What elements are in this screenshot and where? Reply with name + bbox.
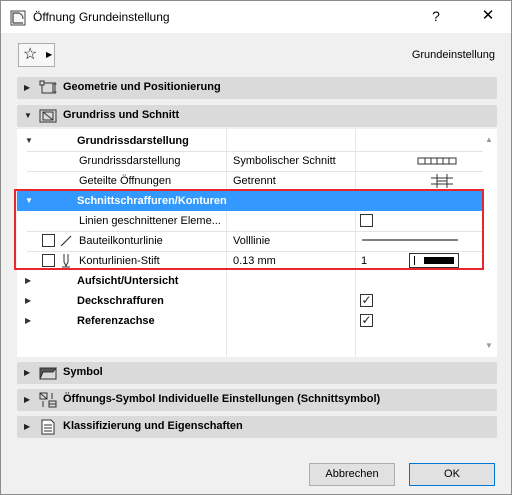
ok-button[interactable]: OK bbox=[409, 463, 495, 486]
cancel-button[interactable]: Abbrechen bbox=[309, 463, 395, 486]
geometry-icon bbox=[39, 80, 57, 94]
group-label: Deckschraffuren bbox=[77, 295, 164, 307]
preset-name: Grundeinstellung bbox=[411, 49, 495, 61]
close-button[interactable]: ✕ bbox=[477, 5, 499, 27]
symbol-icon bbox=[39, 367, 57, 380]
favorites-button[interactable]: ☆ ▶ bbox=[18, 43, 55, 67]
classification-icon bbox=[41, 419, 55, 435]
panel-symbol[interactable]: ▶ Symbol bbox=[17, 362, 497, 384]
scroll-up-icon[interactable]: ▲ bbox=[485, 135, 493, 144]
help-button[interactable]: ? bbox=[425, 5, 447, 27]
group-cover-fills[interactable]: ▶ Deckschraffuren ✓ bbox=[17, 291, 483, 311]
collapse-arrow-icon: ▶ bbox=[25, 316, 32, 325]
opening-symbol-icon bbox=[39, 392, 57, 408]
panel-opening-symbol[interactable]: ▶ Öffnungs-Symbol Individuelle Einstellu… bbox=[17, 389, 497, 411]
collapse-arrow-icon: ▶ bbox=[24, 395, 31, 404]
panel-label: Geometrie und Positionierung bbox=[63, 81, 221, 93]
reference-axis-checkbox[interactable]: ✓ bbox=[360, 314, 373, 327]
row-label: Grundrissdarstellung bbox=[79, 155, 181, 167]
collapse-arrow-icon: ▶ bbox=[24, 422, 31, 431]
group-label: Aufsicht/Untersicht bbox=[77, 275, 179, 287]
cover-fills-checkbox[interactable]: ✓ bbox=[360, 294, 373, 307]
row-label: Geteilte Öffnungen bbox=[79, 175, 172, 187]
row-split-openings[interactable]: Geteilte Öffnungen Getrennt bbox=[17, 171, 483, 191]
floorplan-icon bbox=[39, 109, 57, 123]
panel-label: Klassifizierung und Eigenschaften bbox=[63, 420, 243, 432]
symbolic-cut-preview-icon bbox=[417, 157, 457, 165]
group-floorplan-display[interactable]: ▼ Grundrissdarstellung bbox=[17, 131, 483, 151]
panel-floorplan[interactable]: ▼ Grundriss und Schnitt bbox=[17, 105, 497, 127]
expand-arrow-icon: ▼ bbox=[25, 136, 33, 145]
collapse-arrow-icon: ▶ bbox=[24, 83, 31, 92]
arrow-right-icon: ▶ bbox=[46, 50, 53, 59]
row-value[interactable]: Getrennt bbox=[233, 175, 276, 187]
star-icon: ☆ bbox=[23, 46, 38, 63]
expand-arrow-icon: ▼ bbox=[24, 111, 32, 120]
panel-label: Symbol bbox=[63, 366, 103, 378]
group-reference-axis[interactable]: ▶ Referenzachse ✓ bbox=[17, 311, 483, 331]
group-label: Grundrissdarstellung bbox=[77, 135, 189, 147]
panel-classification[interactable]: ▶ Klassifizierung und Eigenschaften bbox=[17, 416, 497, 438]
title-bar: Öffnung Grundeinstellung ? ✕ bbox=[1, 1, 511, 33]
group-label: Referenzachse bbox=[77, 315, 155, 327]
panel-geometry[interactable]: ▶ Geometrie und Positionierung bbox=[17, 77, 497, 99]
panel-label: Öffnungs-Symbol Individuelle Einstellung… bbox=[63, 393, 381, 405]
window-title: Öffnung Grundeinstellung bbox=[33, 10, 170, 24]
row-value[interactable]: Symbolischer Schnitt bbox=[233, 155, 336, 167]
collapse-arrow-icon: ▶ bbox=[25, 276, 32, 285]
group-top-bottom-view[interactable]: ▶ Aufsicht/Untersicht bbox=[17, 271, 483, 291]
row-floorplan-display[interactable]: Grundrissdarstellung Symbolischer Schnit… bbox=[17, 151, 483, 171]
collapse-arrow-icon: ▶ bbox=[24, 368, 31, 377]
collapse-arrow-icon: ▶ bbox=[25, 296, 32, 305]
panel-label: Grundriss und Schnitt bbox=[63, 109, 180, 121]
opening-app-icon bbox=[10, 10, 26, 26]
split-openings-preview-icon bbox=[431, 174, 453, 188]
scroll-down-icon[interactable]: ▼ bbox=[485, 341, 493, 350]
dialog-window: Öffnung Grundeinstellung ? ✕ ☆ ▶ Grundei… bbox=[0, 0, 512, 495]
highlight-box bbox=[14, 189, 484, 270]
